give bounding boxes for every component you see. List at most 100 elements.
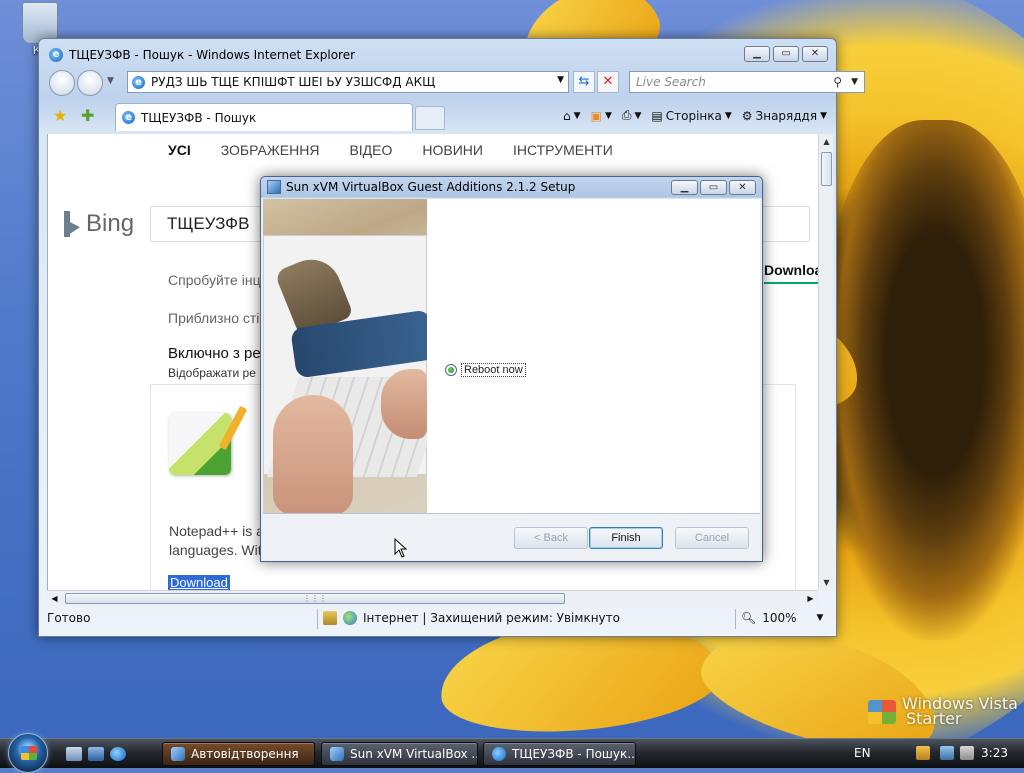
page-icon-cmd: ▤ — [651, 108, 663, 123]
zoom-icon: 🔍︎ — [741, 611, 757, 625]
security-zone[interactable]: Інтернет | Захищений режим: Увімкнуто — [323, 611, 620, 625]
tab-label: ТЩЕУЗФВ - Пошук — [141, 110, 257, 125]
forward-button[interactable] — [77, 70, 103, 96]
vertical-scroll-thumb[interactable] — [821, 152, 832, 186]
search-icon[interactable]: ⚲ — [833, 72, 842, 92]
windows-flag-icon — [868, 700, 896, 724]
dialog-close-button[interactable]: ✕ — [729, 180, 756, 195]
address-bar[interactable]: e РУДЗ ШЬ ТЩЕ КПІШФТ ШЕІ ЬУ УЗШСФД АКЩ ▼ — [127, 71, 569, 93]
ie-quicklaunch-icon[interactable] — [110, 747, 126, 761]
start-button[interactable] — [8, 733, 48, 773]
tab-page-icon: e — [122, 111, 135, 124]
page-dropdown-icon: ▼ — [724, 110, 732, 121]
ie-icon: e — [49, 48, 63, 62]
taskbar-item-ie[interactable]: ТЩЕУЗФВ - Пошук... — [483, 742, 636, 766]
notepad-plus-plus-icon[interactable] — [169, 405, 248, 475]
clock[interactable]: 3:23 — [981, 746, 1008, 760]
close-button[interactable]: ✕ — [802, 46, 828, 62]
tab-videos[interactable]: ВІДЕО — [349, 142, 392, 158]
tools-menu[interactable]: ⚙ Знаряддя ▼ — [742, 109, 827, 123]
back-button[interactable]: < Back — [514, 527, 588, 549]
bing-b-icon — [64, 211, 80, 237]
home-button[interactable]: ⌂ ▼ — [563, 109, 581, 123]
result-count-text: Приблизно сті — [168, 310, 260, 326]
windows-vista-watermark: Windows Vista Starter — [868, 696, 1018, 732]
history-dropdown-icon[interactable]: ▼ — [107, 76, 114, 86]
tab-all[interactable]: УСІ — [168, 142, 191, 158]
tab-bing-search[interactable]: e ТЩЕУЗФВ - Пошук — [115, 103, 413, 131]
cancel-button[interactable]: Cancel — [675, 527, 749, 549]
dialog-minimize-button[interactable]: ▁ — [671, 180, 698, 195]
bing-logo[interactable]: Bing — [64, 210, 134, 238]
zoom-control[interactable]: 🔍︎ 100% ▼ — [741, 611, 823, 625]
taskbar-item-virtualbox[interactable]: Sun xVM VirtualBox ... — [321, 742, 478, 766]
back-button[interactable] — [49, 70, 75, 96]
page-menu-label: Сторінка — [665, 108, 722, 123]
horizontal-scroll-thumb[interactable]: ⋮⋮⋮ — [65, 593, 565, 604]
tab-news[interactable]: НОВИНИ — [422, 142, 483, 158]
rss-icon: ▣ — [590, 108, 602, 123]
search-dropdown-icon[interactable]: ▼ — [851, 72, 858, 92]
setup-dialog: Sun xVM VirtualBox Guest Additions 2.1.2… — [260, 176, 763, 562]
print-button[interactable]: ⎙ ▼ — [622, 108, 642, 123]
reboot-now-label[interactable]: Reboot now — [461, 363, 526, 377]
vertical-scrollbar[interactable]: ▲ ▼ — [818, 134, 833, 590]
maximize-button[interactable]: ▭ — [773, 46, 799, 62]
home-dropdown-icon: ▼ — [573, 110, 581, 121]
download-tab[interactable]: Downloa — [764, 262, 818, 284]
favorites-star-icon[interactable]: ★ — [53, 106, 67, 125]
new-tab-button[interactable] — [415, 106, 445, 130]
dialog-titlebar[interactable]: Sun xVM VirtualBox Guest Additions 2.1.2… — [267, 180, 575, 194]
feeds-button[interactable]: ▣ ▼ — [591, 109, 612, 123]
print-icon: ⎙ — [621, 108, 632, 122]
dialog-maximize-button[interactable]: ▭ — [700, 180, 727, 195]
language-indicator[interactable]: EN — [854, 746, 871, 760]
add-favorite-icon[interactable]: ✚ — [81, 106, 94, 125]
status-zone-text: Інтернет | Захищений режим: Увімкнуто — [363, 611, 620, 625]
ie-navigation-bar: ▼ e РУДЗ ШЬ ТЩЕ КПІШФТ ШЕІ ЬУ УЗШСФД АКЩ… — [47, 69, 865, 97]
scroll-right-icon[interactable]: ▶ — [803, 591, 818, 606]
live-search-input[interactable]: Live Search ⚲ ▼ — [629, 71, 865, 93]
page-menu[interactable]: ▤ Сторінка ▼ — [651, 109, 731, 123]
shield-icon — [323, 611, 337, 625]
tab-tools[interactable]: ІНСТРУМЕНТИ — [513, 142, 613, 158]
bing-scope-nav: УСІ ЗОБРАЖЕННЯ ВІДЕО НОВИНИ ІНСТРУМЕНТИ — [168, 142, 613, 158]
address-text: РУДЗ ШЬ ТЩЕ КПІШФТ ШЕІ ЬУ УЗШСФД АКЩ — [151, 75, 436, 89]
dialog-title-text: Sun xVM VirtualBox Guest Additions 2.1.2… — [286, 180, 576, 194]
tab-images[interactable]: ЗОБРАЖЕННЯ — [221, 142, 320, 158]
address-dropdown-icon[interactable]: ▼ — [557, 75, 564, 85]
try-suggestion-text: Спробуйте інц — [168, 272, 261, 288]
ie-icon — [492, 747, 506, 761]
setup-banner-image — [263, 199, 427, 513]
autoplay-icon — [171, 747, 185, 761]
scroll-up-icon[interactable]: ▲ — [819, 134, 834, 149]
show-desktop-icon[interactable] — [66, 747, 82, 761]
network-icon[interactable] — [940, 746, 954, 760]
security-shield-icon[interactable] — [916, 746, 930, 760]
scroll-down-icon[interactable]: ▼ — [819, 575, 834, 590]
reboot-now-radio[interactable] — [445, 364, 457, 376]
download-link[interactable]: Download — [168, 575, 230, 590]
including-results-text: Включно з ре — [168, 345, 261, 362]
reboot-now-option[interactable]: Reboot now — [445, 363, 526, 377]
windows-flag-icon — [21, 746, 37, 760]
refresh-icon[interactable]: ⇆ — [573, 71, 595, 93]
result-snippet-line1: Notepad++ is a — [169, 523, 264, 539]
watermark-line2: Starter — [906, 709, 962, 728]
switch-windows-icon[interactable] — [88, 747, 104, 761]
volume-muted-icon[interactable] — [960, 746, 974, 760]
finish-button[interactable]: Finish — [589, 527, 663, 549]
show-results-text: Відображати ре — [168, 366, 256, 380]
dialog-footer: < Back Finish Cancel — [263, 514, 760, 560]
live-search-placeholder: Live Search — [636, 75, 706, 89]
taskbar-item-autoplay[interactable]: Автовідтворення — [162, 742, 315, 766]
horizontal-scrollbar[interactable]: ◀ ⋮⋮⋮ ▶ — [47, 590, 818, 605]
ie-titlebar[interactable]: e ТЩЕУЗФВ - Пошук - Windows Internet Exp… — [49, 46, 355, 64]
minimize-button[interactable]: ▁ — [744, 46, 770, 62]
virtualbox-icon — [330, 747, 344, 761]
globe-icon — [343, 611, 357, 625]
tools-dropdown-icon: ▼ — [820, 110, 827, 121]
ie-window-buttons: ▁ ▭ ✕ — [744, 46, 828, 62]
stop-icon[interactable]: ✕ — [597, 71, 619, 93]
scroll-left-icon[interactable]: ◀ — [47, 591, 62, 606]
